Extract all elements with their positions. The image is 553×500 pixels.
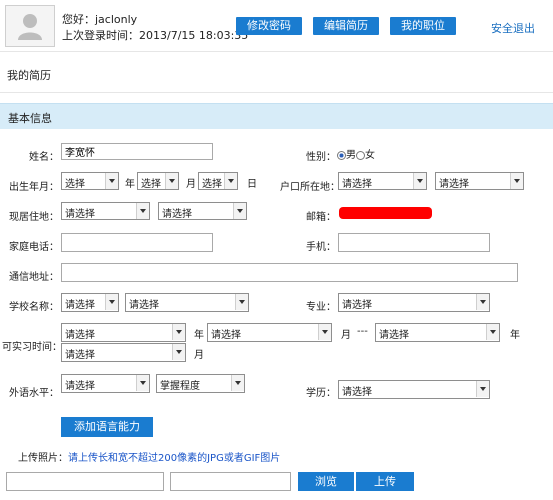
divider [0,92,553,93]
birth-month-select[interactable]: 选择 [137,172,179,190]
school-province-select[interactable]: 请选择 [61,293,119,312]
chevron-down-icon [413,173,426,189]
section-header: 基本信息 [0,103,553,129]
my-jobs-button[interactable]: 我的职位 [390,17,456,35]
gender-female-radio[interactable] [356,150,365,160]
greeting: 您好：jaclonly [62,13,138,26]
email-label: 邮箱： [306,212,336,223]
change-password-button[interactable]: 修改密码 [236,17,302,35]
hukou-label: 户口所在地： [280,182,340,193]
school-label: 学校名称： [9,302,59,313]
chevron-down-icon [233,203,246,219]
chevron-down-icon [136,203,149,219]
photo-row: 上传照片：请上传长和宽不超过200像素的JPG或者GIF图片 [18,449,280,464]
birth-year-select[interactable]: 选择 [61,172,119,190]
mobile-input[interactable] [338,233,490,252]
chevron-down-icon [136,375,149,391]
mobile-label: 手机： [306,242,336,253]
name-input[interactable] [61,143,213,160]
intern-end-month-select[interactable]: 请选择 [61,343,186,362]
year-unit: 年 [510,330,520,341]
month-unit: 月 [194,350,204,361]
month-unit: 月 [341,330,351,341]
page-title: 我的简历 [7,69,51,82]
month-unit: 月 [186,179,196,190]
gender-male-radio[interactable] [337,150,346,160]
residence-province-select[interactable]: 请选择 [61,202,150,220]
chevron-down-icon [476,294,489,310]
chevron-down-icon [165,173,178,189]
major-select[interactable]: 请选择 [338,293,490,312]
name-label: 姓名： [29,152,59,163]
chevron-down-icon [486,324,499,340]
last-login-time: 上次登录时间：2013/7/15 18:03:35 [62,29,249,42]
user-silhouette-icon [18,14,42,40]
birth-day-select[interactable]: 选择 [198,172,238,190]
photo-label: 上传照片： [18,453,68,464]
add-language-button[interactable]: 添加语言能力 [61,417,153,437]
photo-path-input[interactable] [6,472,164,491]
chevron-down-icon [510,173,523,189]
range-dash: --- [357,326,368,337]
residence-city-select[interactable]: 请选择 [158,202,247,220]
birth-label: 出生年月： [9,182,59,193]
year-unit: 年 [194,330,204,341]
home-phone-label: 家庭电话： [9,242,59,253]
photo-hint: 请上传长和宽不超过200像素的JPG或者GIF图片 [68,453,281,464]
redacted-email [339,207,432,219]
avatar [5,5,55,47]
chevron-down-icon [172,324,185,340]
browse-button[interactable]: 浏览 [298,472,354,491]
logout-link[interactable]: 安全退出 [491,20,535,36]
intern-start-year-select[interactable]: 请选择 [61,323,186,342]
year-unit: 年 [125,179,135,190]
major-label: 专业： [306,302,336,313]
divider [0,51,553,52]
chevron-down-icon [476,381,489,397]
hukou-province-select[interactable]: 请选择 [338,172,427,190]
gender-radio-group: 男女 [337,146,375,161]
username: jaclonly [95,13,138,26]
chevron-down-icon [318,324,331,340]
intern-label: 可实习时间： [2,342,62,353]
edit-resume-button[interactable]: 编辑简历 [313,17,379,35]
chevron-down-icon [235,294,248,310]
hukou-city-select[interactable]: 请选择 [435,172,524,190]
chevron-down-icon [105,173,118,189]
residence-label: 现居住地： [9,212,59,223]
chevron-down-icon [105,294,118,310]
chevron-down-icon [231,375,244,391]
home-phone-input[interactable] [61,233,213,252]
language-label: 外语水平： [9,388,59,399]
intern-end-year-select[interactable]: 请选择 [375,323,500,342]
chevron-down-icon [224,173,237,189]
language-select[interactable]: 请选择 [61,374,150,393]
language-level-select[interactable]: 掌握程度 [156,374,245,393]
address-label: 通信地址： [9,272,59,283]
chevron-down-icon [172,344,185,360]
upload-button[interactable]: 上传 [356,472,414,491]
gender-label: 性别： [306,152,336,163]
education-select[interactable]: 请选择 [338,380,490,399]
day-unit: 日 [247,179,257,190]
school-name-select[interactable]: 请选择 [125,293,249,312]
intern-start-month-select[interactable]: 请选择 [207,323,332,342]
photo-file-input[interactable] [170,472,291,491]
education-label: 学历： [306,388,336,399]
address-input[interactable] [61,263,518,282]
